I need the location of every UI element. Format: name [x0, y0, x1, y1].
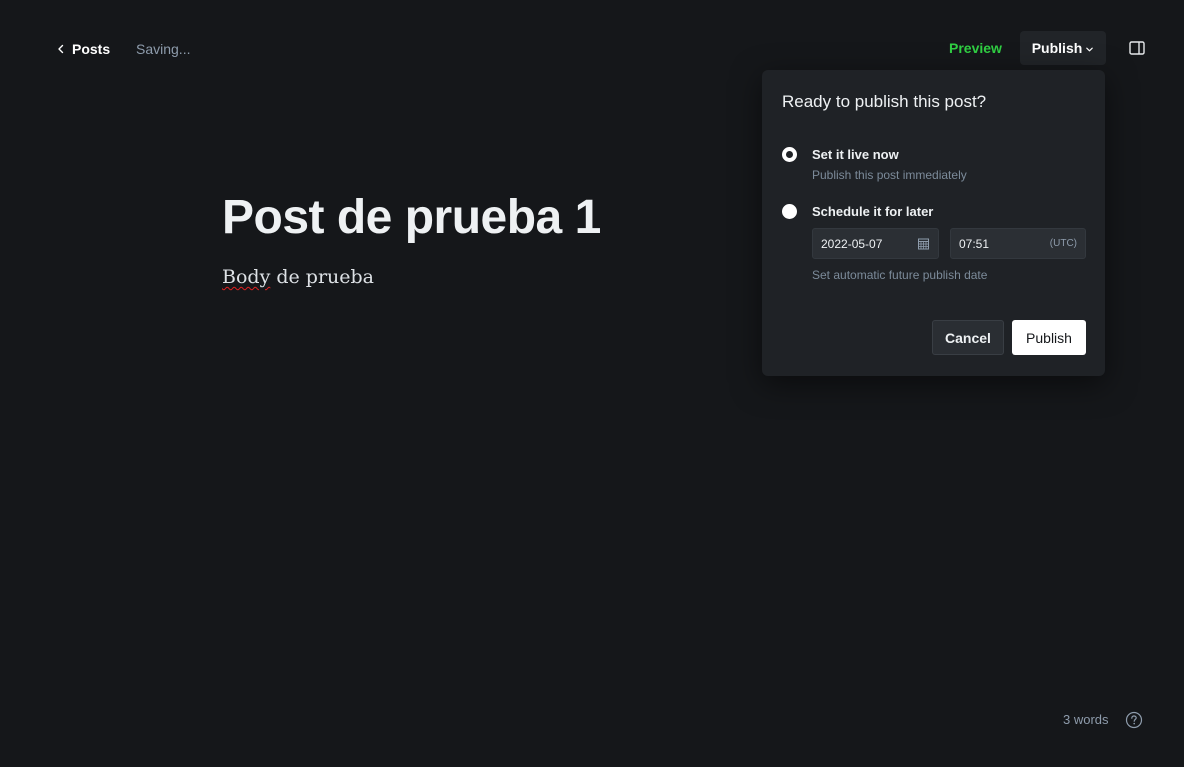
chevron-down-icon	[1086, 47, 1094, 52]
preview-button[interactable]: Preview	[949, 40, 1002, 56]
sidebar-toggle-icon[interactable]	[1128, 39, 1146, 57]
radio-publish-now[interactable]	[782, 147, 797, 162]
timezone-label: (UTC)	[1049, 238, 1077, 249]
editor-app: Posts Saving... Preview Publish Post de …	[0, 0, 1184, 767]
misspelled-word: Body	[222, 266, 271, 288]
cancel-button[interactable]: Cancel	[932, 320, 1004, 355]
back-label: Posts	[72, 41, 111, 57]
schedule-time-input[interactable]: 07:51 (UTC)	[950, 228, 1086, 259]
publish-menu-button[interactable]: Publish	[1020, 31, 1106, 65]
schedule-date-input[interactable]: 2022-05-07	[812, 228, 939, 259]
time-value: 07:51	[959, 236, 990, 251]
option-label: Set it live now	[812, 147, 899, 162]
help-icon[interactable]	[1125, 711, 1143, 729]
schedule-hint: Set automatic future publish date	[812, 268, 988, 282]
back-to-posts-link[interactable]: Posts	[55, 38, 110, 60]
post-body-text: de prueba	[270, 266, 375, 288]
option-label: Schedule it for later	[812, 204, 934, 219]
option-description: Publish this post immediately	[812, 168, 967, 182]
post-title[interactable]: Post de prueba 1	[222, 190, 601, 245]
radio-schedule-later[interactable]	[782, 204, 797, 219]
save-status: Saving...	[136, 41, 191, 57]
publish-popover: Ready to publish this post? Set it live …	[762, 70, 1105, 376]
word-count: 3 words	[1063, 712, 1109, 727]
publish-button[interactable]: Publish	[1012, 320, 1086, 355]
calendar-icon[interactable]	[917, 237, 930, 250]
publish-menu-label: Publish	[1031, 40, 1083, 56]
chevron-left-icon	[58, 44, 64, 54]
post-body[interactable]: Body de prueba	[222, 266, 374, 288]
date-value: 2022-05-07	[821, 236, 883, 251]
popover-title: Ready to publish this post?	[782, 92, 987, 111]
